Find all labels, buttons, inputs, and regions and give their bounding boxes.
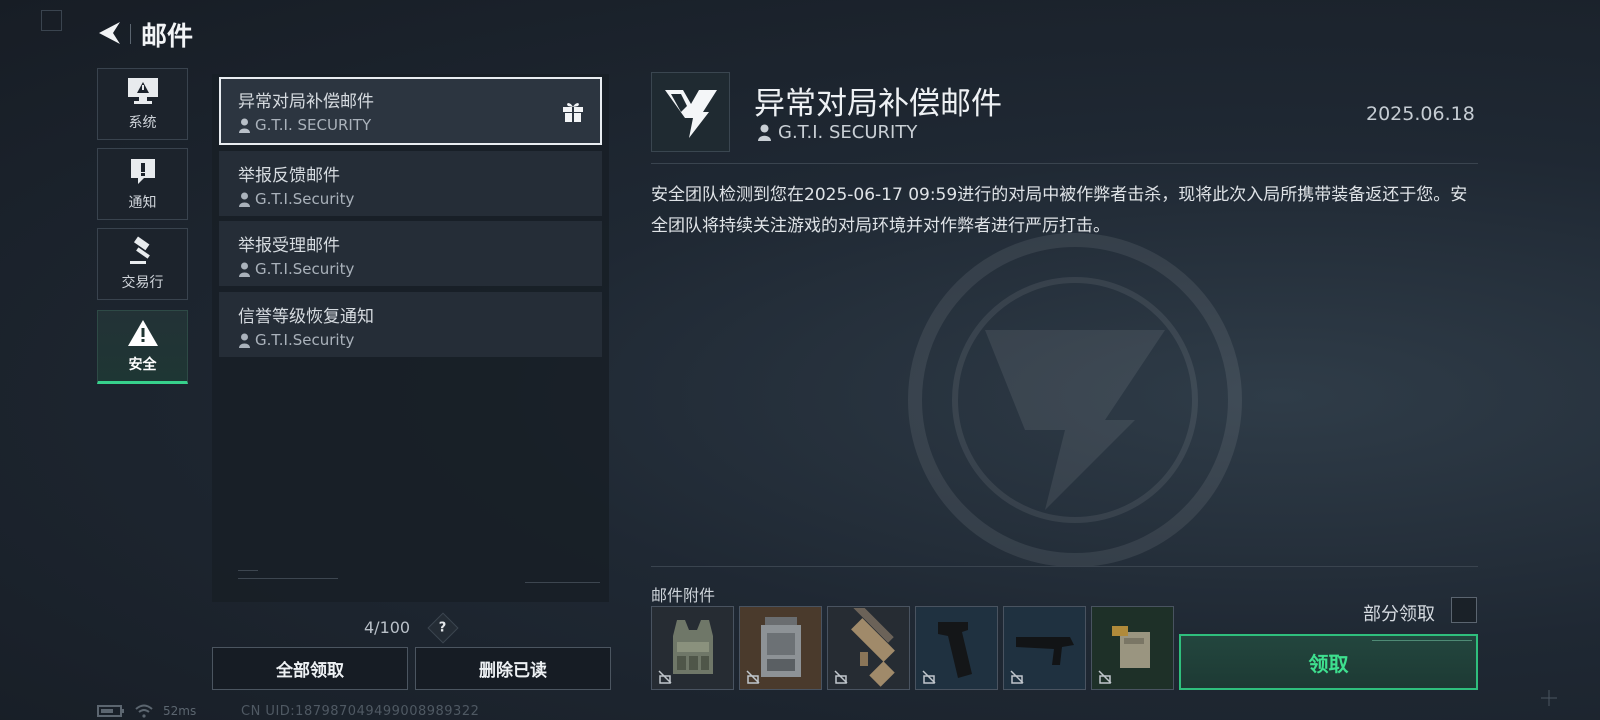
list-decoration-line-right xyxy=(525,582,600,583)
pistol-grip-icon xyxy=(937,622,972,678)
mail-sender: G.T.I.Security xyxy=(238,190,602,208)
attachment-slot[interactable] xyxy=(1003,606,1086,690)
attachment-slot[interactable] xyxy=(827,606,910,690)
nav-label-trade: 交易行 xyxy=(121,275,164,291)
user-uid: CN UID:187987049499008989322 xyxy=(241,704,480,719)
backpack-icon xyxy=(760,617,801,677)
nav-item-trade[interactable]: 交易行 xyxy=(97,228,188,300)
detail-body: 安全团队检测到您在2025-06-17 09:59进行的对局中被作弊者击杀，现将… xyxy=(651,185,1468,236)
attachment-slot[interactable] xyxy=(739,606,822,690)
nav-label-security: 安全 xyxy=(128,357,157,373)
person-icon xyxy=(239,333,250,348)
detail-date: 2025.06.18 xyxy=(1366,103,1475,125)
unbound-lock-icon xyxy=(746,670,760,684)
detail-divider-bottom xyxy=(651,566,1478,567)
gift-icon xyxy=(563,103,583,122)
mail-sender-name: G.T.I.Security xyxy=(255,331,355,349)
attachment-slot[interactable] xyxy=(651,606,734,690)
unbound-lock-icon xyxy=(658,670,672,684)
wifi-icon xyxy=(135,704,153,718)
ping-value: 52ms xyxy=(163,704,197,718)
battery-icon xyxy=(97,705,124,717)
unbound-lock-icon xyxy=(1010,670,1024,684)
mail-sender-name: G.T.I. SECURITY xyxy=(255,116,372,134)
sender-logo xyxy=(651,72,730,152)
claim-all-button[interactable]: 全部领取 xyxy=(212,647,408,690)
mail-sender: G.T.I.Security xyxy=(238,260,602,278)
monitor-warning-icon xyxy=(127,78,158,104)
rifle-stock-icon xyxy=(1015,637,1074,665)
corner-plus-icon xyxy=(1541,690,1557,706)
person-icon xyxy=(239,192,250,207)
nav-label-system: 系统 xyxy=(128,115,157,131)
help-button[interactable]: ? xyxy=(427,612,459,644)
warning-triangle-icon xyxy=(127,320,158,346)
mail-item-credit-restore[interactable]: 信誉等级恢复通知 G.T.I.Security xyxy=(219,292,602,357)
back-arrow-icon xyxy=(99,22,120,44)
faction-watermark-icon xyxy=(908,233,1242,567)
nav-item-security[interactable]: 安全 xyxy=(97,310,188,384)
list-decoration-lines xyxy=(238,570,338,579)
attachment-slot[interactable] xyxy=(915,606,998,690)
mail-title: 信誉等级恢复通知 xyxy=(238,307,374,327)
partial-claim-checkbox[interactable] xyxy=(1451,597,1477,623)
unbound-lock-icon xyxy=(1098,670,1112,684)
mail-sender-name: G.T.I.Security xyxy=(255,260,355,278)
claim-button-label: 领取 xyxy=(1308,651,1349,676)
nav-label-notice: 通知 xyxy=(128,195,157,211)
corner-box xyxy=(41,10,62,31)
mail-sender-name: G.T.I.Security xyxy=(255,190,355,208)
gti-logo-icon xyxy=(664,90,717,138)
delete-read-button[interactable]: 删除已读 xyxy=(415,647,611,690)
mail-title: 举报反馈邮件 xyxy=(238,166,340,186)
mail-item-compensation[interactable]: 异常对局补偿邮件 G.T.I. SECURITY xyxy=(219,77,602,145)
status-bar: 52ms xyxy=(97,704,196,718)
partial-claim-label: 部分领取 xyxy=(1363,604,1435,625)
gavel-icon xyxy=(129,236,150,264)
ammo-box-icon xyxy=(1111,626,1150,668)
attachment-slot[interactable] xyxy=(1091,606,1174,690)
page-title: 邮件 xyxy=(141,22,194,52)
mail-count: 4/100 xyxy=(364,618,411,637)
back-button[interactable] xyxy=(95,18,125,48)
unbound-lock-icon xyxy=(834,670,848,684)
detail-divider-top xyxy=(651,163,1478,164)
person-icon xyxy=(239,262,250,277)
unbound-lock-icon xyxy=(922,670,936,684)
person-icon xyxy=(239,118,250,133)
attachments-label: 邮件附件 xyxy=(651,586,716,605)
detail-sender-name: G.T.I. SECURITY xyxy=(778,122,918,143)
nav-item-notice[interactable]: 通知 xyxy=(97,148,188,220)
mail-sender: G.T.I. SECURITY xyxy=(238,116,600,134)
header-divider xyxy=(130,24,131,44)
help-icon: ? xyxy=(439,620,447,636)
claim-decoration-line xyxy=(1372,640,1472,641)
detail-sender: G.T.I. SECURITY xyxy=(757,122,917,143)
person-icon xyxy=(758,124,771,141)
mail-item-report-accepted[interactable]: 举报受理邮件 G.T.I.Security xyxy=(219,221,602,286)
detail-title: 异常对局补偿邮件 xyxy=(754,86,1002,122)
mail-title: 举报受理邮件 xyxy=(238,236,340,256)
nav-item-system[interactable]: 系统 xyxy=(97,68,188,140)
exclamation-icon xyxy=(130,159,155,184)
mail-sender: G.T.I.Security xyxy=(238,331,602,349)
mail-item-report-feedback[interactable]: 举报反馈邮件 G.T.I.Security xyxy=(219,151,602,216)
mail-title: 异常对局补偿邮件 xyxy=(238,92,374,112)
